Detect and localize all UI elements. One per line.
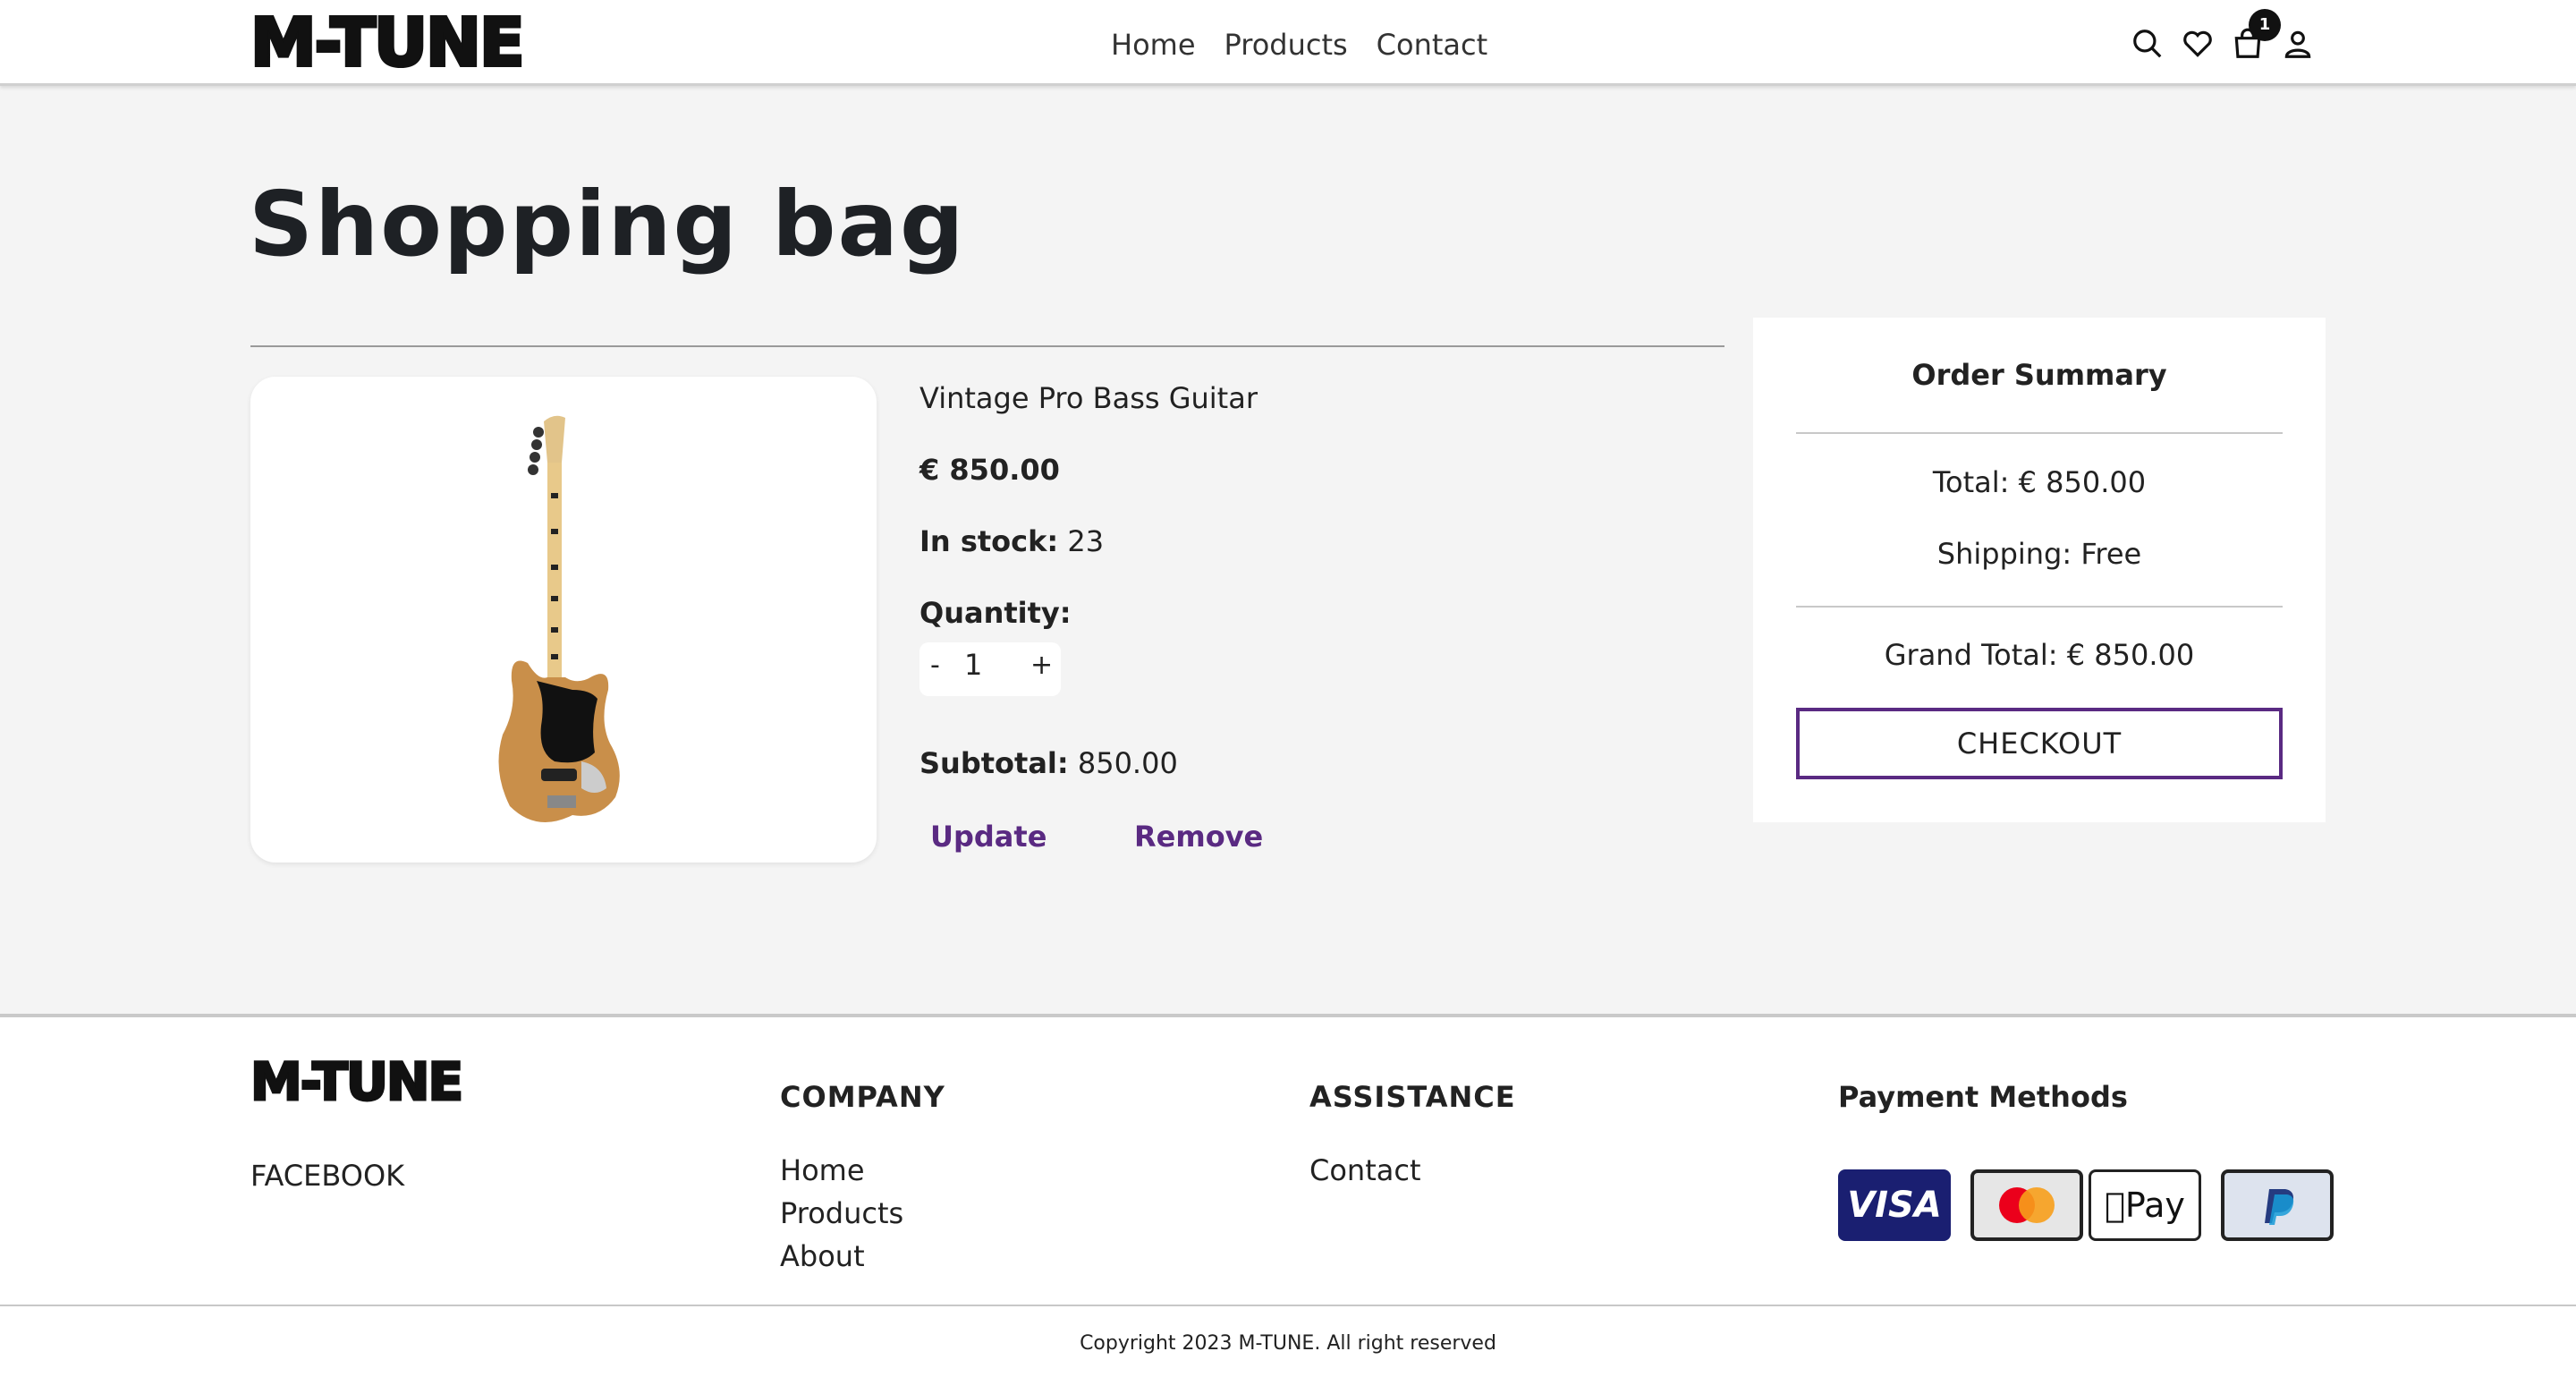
checkout-button[interactable]: CHECKOUT	[1796, 708, 2283, 779]
shopping-bag-icon[interactable]: 1	[2231, 9, 2281, 61]
company-heading: COMPANY	[780, 1080, 945, 1114]
footer-home-link[interactable]: Home	[780, 1150, 865, 1191]
footer-contact-link[interactable]: Contact	[1309, 1150, 1421, 1191]
summary-divider	[1796, 432, 2283, 434]
footer-logo[interactable]: M-TUNE	[249, 1052, 464, 1112]
cart-count-badge: 1	[2249, 9, 2281, 41]
quantity-increment-button[interactable]: +	[1030, 650, 1053, 681]
facebook-link[interactable]: FACEBOOK	[250, 1159, 404, 1193]
section-divider	[250, 345, 1724, 347]
main-nav: Home Products Contact	[1111, 25, 1487, 64]
quantity-input[interactable]: 1	[964, 648, 982, 682]
summary-shipping: Shipping: Free	[1936, 537, 2142, 571]
subtotal-row: Subtotal: 850.00	[919, 743, 1178, 784]
nav-products-link[interactable]: Products	[1224, 25, 1348, 64]
quantity-stepper: - 1 +	[919, 642, 1061, 696]
visa-icon: VISA	[1838, 1169, 1951, 1241]
apple-logo-icon: 	[2105, 1186, 2125, 1225]
quantity-decrement-button[interactable]: -	[930, 650, 940, 681]
order-summary-panel: Order Summary Total: € 850.00 Shipping: …	[1753, 318, 2326, 822]
subtotal-label: Subtotal:	[919, 746, 1069, 780]
stock-label: In stock:	[919, 524, 1059, 558]
stock-value: 23	[1067, 524, 1105, 558]
copyright-text: Copyright 2023 M-TUNE. All right reserve…	[1080, 1332, 1496, 1355]
product-name[interactable]: Vintage Pro Bass Guitar	[919, 378, 1258, 419]
summary-grand-total: Grand Total: € 850.00	[1884, 638, 2195, 672]
apple-pay-icon: Pay	[2089, 1169, 2201, 1241]
quantity-label: Quantity:	[919, 596, 1072, 630]
site-header: M-TUNE Home Products Contact 1	[0, 0, 2576, 86]
site-footer: M-TUNE FACEBOOK COMPANY Home Products Ab…	[0, 1014, 2576, 1394]
page-title: Shopping bag	[249, 172, 966, 276]
footer-products-link[interactable]: Products	[780, 1193, 903, 1234]
payment-methods-heading: Payment Methods	[1838, 1080, 2128, 1114]
nav-contact-link[interactable]: Contact	[1377, 25, 1488, 64]
bass-guitar-image	[498, 415, 620, 822]
product-image-card	[250, 377, 877, 863]
heart-icon[interactable]	[2181, 27, 2215, 61]
product-price: € 850.00	[919, 453, 1060, 487]
footer-divider	[0, 1305, 2576, 1306]
search-icon[interactable]	[2131, 27, 2165, 61]
remove-button[interactable]: Remove	[1134, 816, 1263, 857]
subtotal-value: 850.00	[1077, 746, 1178, 780]
site-logo[interactable]: M-TUNE	[249, 4, 527, 82]
user-icon[interactable]	[2281, 27, 2315, 61]
paypal-icon	[2221, 1169, 2334, 1241]
order-summary-title: Order Summary	[1911, 358, 2167, 392]
stock-row: In stock: 23	[919, 521, 1104, 562]
mastercard-icon	[1970, 1169, 2083, 1241]
summary-divider	[1796, 606, 2283, 608]
update-button[interactable]: Update	[930, 816, 1046, 857]
header-icons: 1	[2131, 9, 2315, 61]
nav-home-link[interactable]: Home	[1111, 25, 1196, 64]
summary-total: Total: € 850.00	[1932, 465, 2147, 499]
footer-about-link[interactable]: About	[780, 1236, 865, 1277]
assistance-heading: ASSISTANCE	[1309, 1080, 1516, 1114]
